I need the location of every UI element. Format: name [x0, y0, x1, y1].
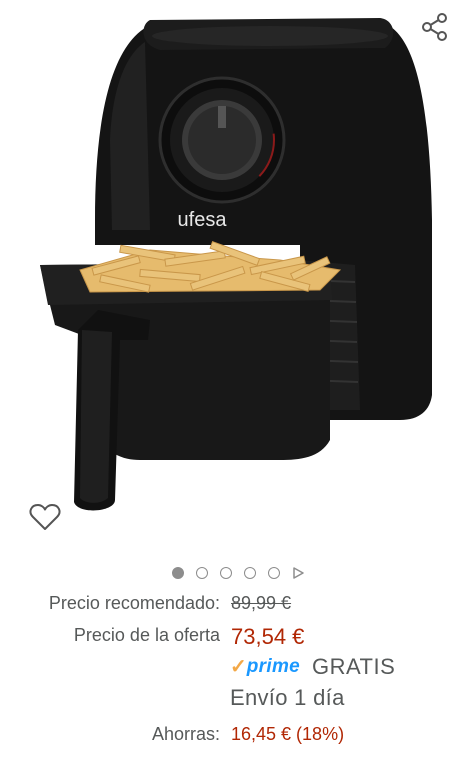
offer-price-row: Precio de la oferta 73,54 €: [18, 624, 305, 649]
free-shipping-text: GRATIS: [312, 654, 396, 679]
savings-label: Ahorras:: [151, 724, 220, 744]
product-image[interactable]: ufesa: [0, 0, 475, 540]
delivery-time: Envío 1 día: [230, 685, 345, 710]
prime-shipping: ✓ prime GRATIS: [230, 654, 395, 680]
play-icon[interactable]: [292, 567, 304, 579]
air-fryer-illustration: ufesa: [40, 18, 432, 511]
prime-check-icon: ✓: [230, 656, 247, 678]
recommended-price-label: Precio recomendado:: [48, 593, 220, 613]
carousel-dot[interactable]: [243, 567, 256, 579]
prime-word: prime: [246, 656, 301, 677]
wishlist-button[interactable]: [28, 500, 62, 534]
carousel-dot[interactable]: [267, 567, 280, 579]
recommended-price-value: 89,99 €: [231, 593, 292, 613]
share-button[interactable]: [418, 10, 452, 44]
savings-row: Ahorras: 16,45 € (18%): [18, 723, 344, 745]
offer-price-value: 73,54 €: [231, 624, 305, 649]
share-icon: [422, 13, 447, 41]
carousel-dot[interactable]: [219, 567, 232, 579]
heart-outline-icon: [29, 504, 61, 530]
brand-logo: ufesa: [178, 209, 228, 231]
carousel-dot[interactable]: [195, 567, 208, 579]
image-carousel-indicator: [0, 563, 475, 583]
carousel-dot[interactable]: [171, 567, 184, 579]
prime-logo: ✓ prime: [230, 655, 300, 679]
savings-value: 16,45 € (18%): [231, 724, 345, 744]
recommended-price-row: Precio recomendado: 89,99 €: [18, 592, 291, 614]
offer-price-label: Precio de la oferta: [73, 625, 220, 645]
